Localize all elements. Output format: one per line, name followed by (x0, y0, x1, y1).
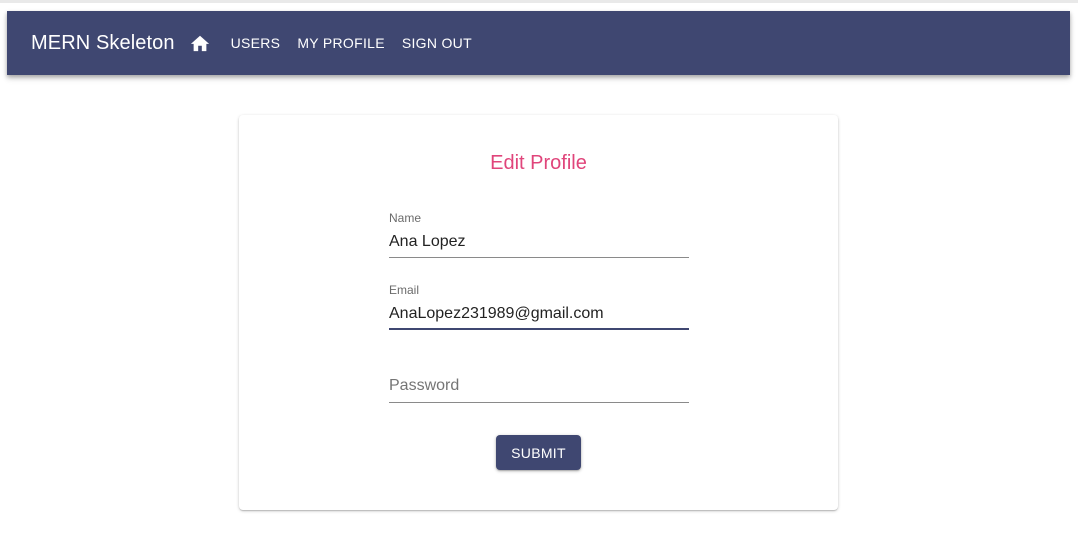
password-underline (389, 402, 689, 403)
email-label: Email (389, 283, 420, 297)
home-icon (190, 35, 209, 52)
browser-top-border (0, 0, 1078, 3)
name-field: Name (389, 211, 689, 261)
nav-sign-out[interactable]: SIGN OUT (402, 35, 472, 51)
app-bar: MERN Skeleton USERS MY PROFILE SIGN OUT (7, 11, 1070, 75)
email-field: Email (389, 283, 689, 333)
name-label: Name (389, 211, 422, 225)
card-title: Edit Profile (490, 152, 587, 174)
nav-my-profile[interactable]: MY PROFILE (297, 35, 385, 51)
submit-button[interactable]: SUBMIT (496, 435, 581, 470)
email-underline (389, 328, 689, 330)
home-button[interactable] (187, 30, 213, 56)
name-underline (389, 257, 689, 258)
password-field (389, 365, 689, 405)
app-title: MERN Skeleton (31, 31, 175, 54)
email-input[interactable] (389, 304, 689, 324)
nav-users[interactable]: USERS (231, 35, 281, 51)
password-input[interactable] (389, 376, 689, 396)
name-input[interactable] (389, 232, 689, 252)
edit-profile-card: Edit Profile Name Email SUBMIT (239, 115, 838, 510)
